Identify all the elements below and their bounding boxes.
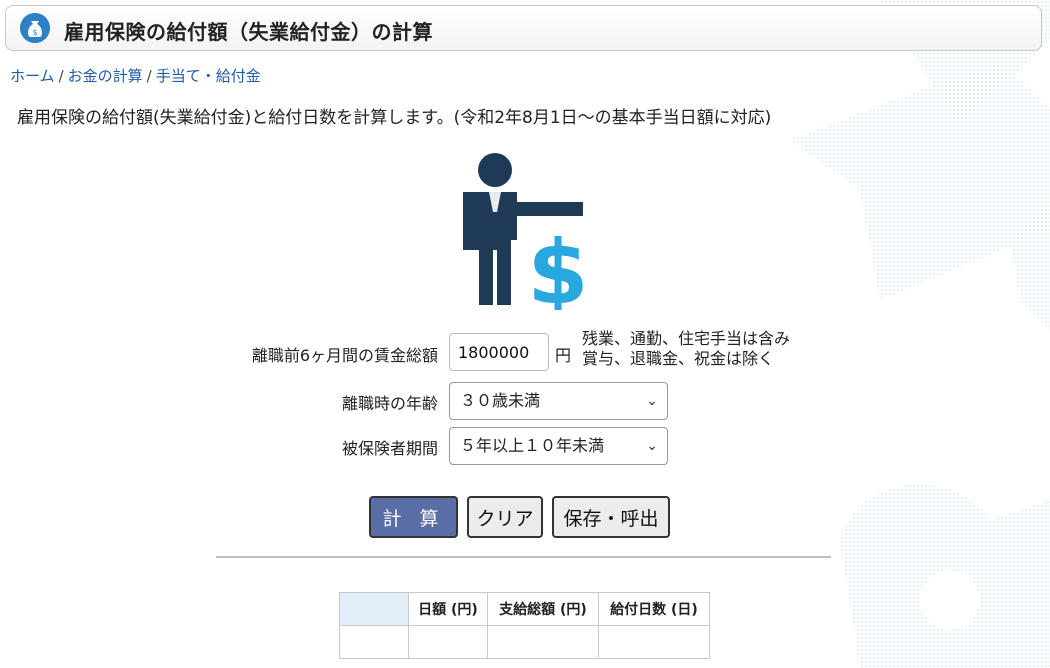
- clear-button[interactable]: クリア: [467, 496, 543, 538]
- breadcrumb-separator: /: [58, 67, 64, 85]
- wage-label: 離職前6ヶ月間の賃金総額: [251, 346, 438, 365]
- table-cell: [487, 625, 599, 659]
- chevron-down-icon: ⌄: [646, 438, 658, 454]
- table-row: [339, 625, 710, 659]
- table-cell: [598, 625, 710, 659]
- wage-note-line2: 賞与、退職金、祝金は除く: [582, 349, 775, 368]
- age-select-value: ３０歳未満: [460, 391, 541, 410]
- wage-note-line1: 残業、通勤、住宅手当は含み: [582, 329, 791, 348]
- result-table: 日額 (円) 支給総額 (円) 給付日数 (日): [339, 592, 710, 659]
- period-label: 被保険者期間: [341, 439, 438, 458]
- breadcrumb-separator: /: [146, 67, 152, 85]
- period-select[interactable]: ５年以上１０年未満 ⌄: [449, 427, 668, 465]
- table-header-days: 給付日数 (日): [598, 592, 710, 626]
- breadcrumb-home[interactable]: ホーム: [10, 67, 55, 85]
- chevron-down-icon: ⌄: [646, 393, 658, 409]
- table-cell: [339, 625, 409, 659]
- wage-unit: 円: [555, 346, 572, 365]
- svg-text:$: $: [527, 221, 588, 310]
- divider: [216, 556, 831, 558]
- calculate-button[interactable]: 計 算: [369, 496, 458, 538]
- breadcrumb: ホーム / お金の計算 / 手当て・給付金: [10, 65, 261, 86]
- table-header-total: 支給総額 (円): [487, 592, 599, 626]
- wage-note: 残業、通勤、住宅手当は含み 賞与、退職金、祝金は除く: [582, 329, 790, 369]
- money-bag-icon: $: [20, 13, 50, 43]
- period-select-value: ５年以上１０年未満: [460, 436, 605, 455]
- table-cell: [408, 625, 488, 659]
- page-title: 雇用保険の給付額（失業給付金）の計算: [64, 20, 433, 44]
- table-header-corner: [339, 592, 409, 626]
- title-bar: $ 雇用保険の給付額（失業給付金）の計算: [5, 5, 1042, 51]
- table-header-daily: 日額 (円): [408, 592, 488, 626]
- person-dollar-icon: $: [463, 153, 589, 310]
- age-label: 離職時の年齢: [341, 394, 438, 413]
- svg-text:$: $: [32, 28, 37, 37]
- table-header-row: 日額 (円) 支給総額 (円) 給付日数 (日): [339, 592, 710, 626]
- age-select[interactable]: ３０歳未満 ⌄: [449, 382, 668, 420]
- save-load-button[interactable]: 保存・呼出: [552, 496, 670, 538]
- breadcrumb-money-calc[interactable]: お金の計算: [68, 67, 143, 85]
- wage-input[interactable]: [449, 333, 549, 371]
- breadcrumb-allowances[interactable]: 手当て・給付金: [156, 67, 261, 85]
- page-description: 雇用保険の給付額(失業給付金)と給付日数を計算します。(令和2年8月1日～の基本…: [17, 108, 772, 128]
